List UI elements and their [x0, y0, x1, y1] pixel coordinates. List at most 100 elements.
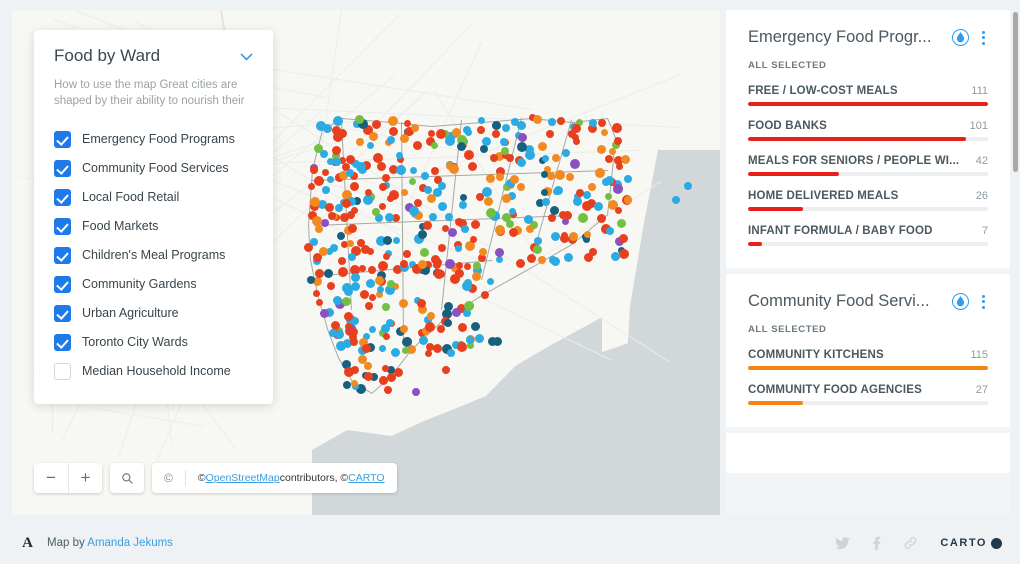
map-data-point[interactable] — [454, 218, 463, 227]
map-data-point[interactable] — [364, 362, 372, 370]
map-data-point[interactable] — [495, 247, 505, 257]
map-data-point[interactable] — [454, 244, 462, 252]
map-data-point[interactable] — [454, 268, 464, 278]
map-data-point[interactable] — [468, 161, 478, 171]
map-data-point[interactable] — [433, 343, 443, 353]
map-data-point[interactable] — [325, 203, 335, 213]
map-data-point[interactable] — [322, 123, 332, 133]
chevron-down-icon[interactable] — [240, 50, 253, 63]
map-data-point[interactable] — [457, 322, 467, 332]
map-data-point[interactable] — [418, 336, 428, 345]
map-data-point[interactable] — [315, 225, 324, 234]
map-data-point[interactable] — [430, 167, 439, 176]
map-data-point[interactable] — [492, 130, 501, 139]
map-data-point[interactable] — [437, 325, 446, 334]
carto-logo[interactable]: CARTO — [940, 537, 1002, 549]
map-data-point[interactable] — [388, 127, 398, 137]
map-data-point[interactable] — [422, 221, 432, 231]
map-data-point[interactable] — [377, 161, 387, 171]
map-data-point[interactable] — [315, 299, 323, 307]
map-data-point[interactable] — [354, 114, 364, 124]
map-data-point[interactable] — [408, 177, 416, 185]
map-data-point[interactable] — [588, 118, 597, 127]
map-data-point[interactable] — [427, 312, 436, 321]
map-data-point[interactable] — [615, 207, 623, 215]
map-data-point[interactable] — [449, 164, 460, 175]
map-data-point[interactable] — [451, 127, 461, 137]
legend-item[interactable]: Community Gardens — [54, 270, 253, 299]
map-data-point[interactable] — [386, 135, 395, 144]
twitter-icon[interactable] — [835, 536, 851, 550]
map-data-point[interactable] — [623, 175, 632, 184]
map-data-point[interactable] — [332, 296, 342, 305]
map-data-point[interactable] — [376, 286, 384, 294]
map-data-point[interactable] — [594, 201, 604, 211]
map-data-point[interactable] — [470, 220, 480, 230]
water-drop-icon[interactable] — [952, 293, 969, 310]
kebab-menu-icon[interactable] — [979, 29, 988, 47]
map-data-point[interactable] — [538, 255, 547, 264]
map-data-point[interactable] — [474, 334, 484, 344]
map-data-point[interactable] — [364, 189, 372, 197]
map-data-point[interactable] — [551, 257, 560, 267]
map-data-point[interactable] — [496, 173, 505, 182]
map-data-point[interactable] — [563, 252, 573, 262]
map-data-point[interactable] — [327, 282, 336, 291]
map-data-point[interactable] — [356, 138, 365, 147]
map-data-point[interactable] — [610, 252, 620, 262]
map-data-point[interactable] — [552, 153, 561, 162]
map-data-point[interactable] — [583, 252, 593, 262]
panel-scrollbar[interactable] — [1013, 12, 1018, 172]
map-data-point[interactable] — [350, 328, 358, 336]
map-data-point[interactable] — [624, 196, 632, 204]
map-data-point[interactable] — [479, 145, 488, 154]
zoom-out-button[interactable]: − — [34, 463, 68, 493]
map-data-point[interactable] — [309, 166, 318, 174]
map-data-point[interactable] — [344, 286, 353, 296]
map-data-point[interactable] — [438, 202, 448, 212]
map-data-point[interactable] — [540, 188, 548, 196]
map-data-point[interactable] — [464, 262, 471, 270]
map-data-point[interactable] — [619, 248, 630, 259]
category-name[interactable]: HOME DELIVERED MEALS — [748, 190, 976, 202]
map-data-point[interactable] — [367, 141, 375, 149]
map-data-point[interactable] — [612, 122, 623, 133]
map-data-point[interactable] — [597, 144, 606, 154]
map-data-point[interactable] — [338, 256, 347, 265]
map-data-point[interactable] — [314, 176, 324, 187]
category-name[interactable]: FOOD BANKS — [748, 120, 970, 132]
map-data-point[interactable] — [565, 172, 574, 181]
map-data-point[interactable] — [383, 253, 391, 260]
map-data-point[interactable] — [322, 186, 331, 194]
map-data-point[interactable] — [594, 168, 605, 179]
map-data-point[interactable] — [410, 166, 418, 174]
legend-item[interactable]: Food Markets — [54, 212, 253, 241]
map-data-point[interactable] — [548, 117, 557, 126]
map-data-point[interactable] — [605, 192, 612, 200]
map-data-point[interactable] — [378, 203, 386, 211]
map-data-point[interactable] — [551, 231, 561, 241]
map-data-point[interactable] — [464, 241, 475, 252]
map-data-point[interactable] — [613, 136, 622, 145]
map-data-point[interactable] — [345, 155, 355, 165]
map-data-point[interactable] — [375, 275, 385, 285]
map-data-point[interactable] — [510, 118, 519, 127]
map-data-point[interactable] — [399, 260, 408, 269]
map-data-point[interactable] — [359, 264, 367, 272]
map-data-point[interactable] — [396, 165, 407, 176]
map-data-point[interactable] — [478, 248, 487, 256]
map-data-point[interactable] — [410, 123, 419, 132]
map-data-point[interactable] — [537, 142, 547, 152]
map-data-point[interactable] — [509, 207, 517, 215]
map-data-point[interactable] — [349, 181, 359, 191]
map-data-point[interactable] — [518, 132, 528, 142]
map-data-point[interactable] — [575, 188, 584, 197]
map-data-point[interactable] — [684, 182, 692, 190]
map-data-point[interactable] — [330, 244, 338, 252]
map-data-point[interactable] — [456, 341, 467, 352]
map-data-point[interactable] — [326, 175, 334, 183]
zoom-in-button[interactable]: + — [68, 463, 102, 493]
map-data-point[interactable] — [476, 125, 485, 134]
map-data-point[interactable] — [606, 227, 615, 236]
attribution-toggle-icon[interactable]: © — [164, 471, 173, 485]
